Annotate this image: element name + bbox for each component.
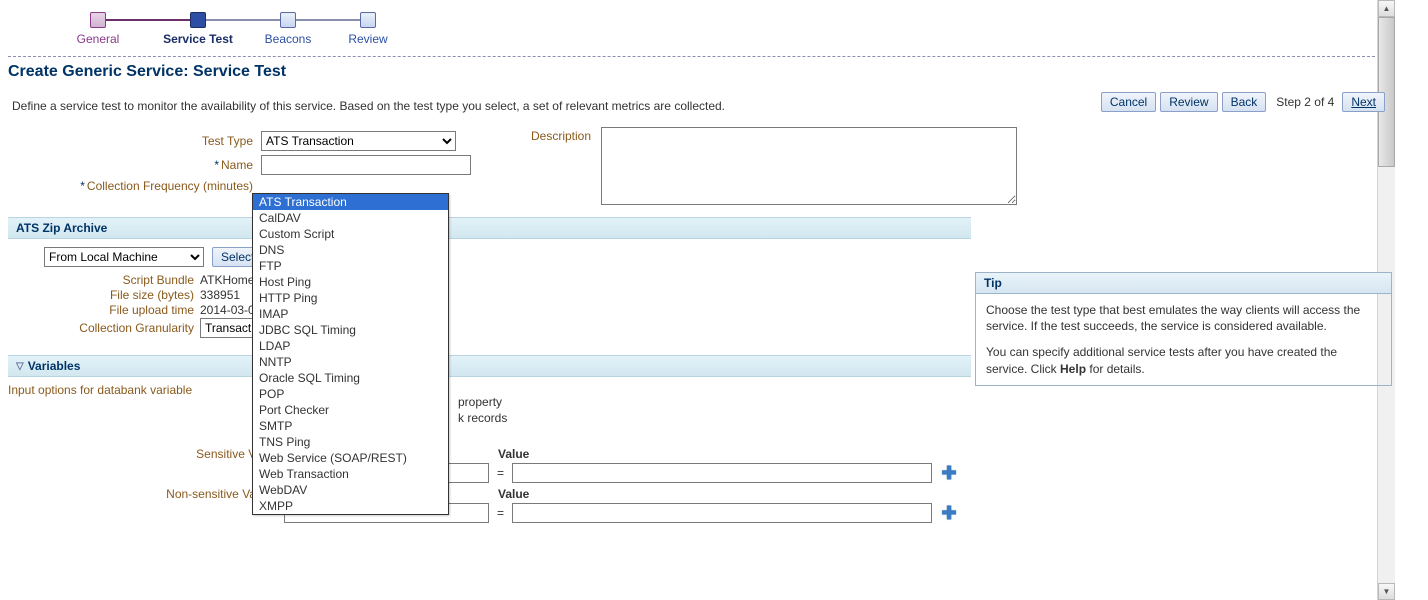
add-nonsensitive-icon[interactable]: ✚ (940, 504, 958, 522)
sensitive-values-label: Sensitive Value (10, 447, 284, 461)
nonsensitive-values-label: Non-sensitive Values (10, 487, 284, 501)
property-text-2: k records (458, 411, 507, 425)
train-step-service-test[interactable]: Service Test (148, 12, 248, 46)
tip-paragraph-2: You can specify additional service tests… (986, 344, 1381, 376)
dropdown-option[interactable]: LDAP (253, 338, 448, 354)
train-step-review[interactable]: Review (328, 12, 408, 46)
value-column-header: Value (498, 487, 529, 501)
file-size-value: 338951 (200, 288, 240, 302)
test-type-dropdown-list[interactable]: ATS TransactionCalDAVCustom ScriptDNSFTP… (252, 193, 449, 515)
file-upload-time-value: 2014-03-0 (200, 303, 255, 317)
tip-paragraph-1: Choose the test type that best emulates … (986, 302, 1381, 334)
dropdown-option[interactable]: NNTP (253, 354, 448, 370)
dropdown-option[interactable]: JDBC SQL Timing (253, 322, 448, 338)
dropdown-option[interactable]: FTP (253, 258, 448, 274)
wizard-train: General Service Test Beacons Review (48, 12, 1395, 46)
dropdown-option[interactable]: Custom Script (253, 226, 448, 242)
dropdown-option[interactable]: Web Transaction (253, 466, 448, 482)
tip-title: Tip (976, 273, 1391, 294)
tip-help-link[interactable]: Help (1060, 362, 1086, 376)
equals-sign: = (497, 466, 504, 480)
train-label[interactable]: Beacons (265, 32, 312, 46)
train-label[interactable]: Review (348, 32, 387, 46)
ats-section-header: ATS Zip Archive (8, 217, 971, 239)
property-text-1: property (458, 395, 502, 409)
dropdown-option[interactable]: XMPP (253, 498, 448, 514)
dropdown-option[interactable]: POP (253, 386, 448, 402)
sensitive-value-field[interactable] (512, 463, 932, 483)
dropdown-option[interactable]: CalDAV (253, 210, 448, 226)
wizard-toolbar: Cancel Review Back Step 2 of 4 Next (1101, 92, 1385, 112)
train-step-beacons[interactable]: Beacons (248, 12, 328, 46)
train-label[interactable]: General (77, 32, 120, 46)
train-step-general[interactable]: General (48, 12, 148, 46)
file-size-label: File size (bytes) (44, 288, 200, 302)
dropdown-option[interactable]: WebDAV (253, 482, 448, 498)
divider (8, 56, 1395, 57)
review-button[interactable]: Review (1160, 92, 1217, 112)
name-label: Name (221, 158, 253, 172)
dropdown-option[interactable]: TNS Ping (253, 434, 448, 450)
dropdown-option[interactable]: SMTP (253, 418, 448, 434)
page-title: Create Generic Service: Service Test (8, 63, 1395, 81)
back-button[interactable]: Back (1222, 92, 1267, 112)
variables-section-header[interactable]: ▽ Variables (8, 355, 971, 377)
equals-sign: = (497, 506, 504, 520)
step-indicator: Step 2 of 4 (1276, 95, 1334, 109)
train-label[interactable]: Service Test (163, 32, 233, 46)
dropdown-option[interactable]: HTTP Ping (253, 290, 448, 306)
dropdown-option[interactable]: Host Ping (253, 274, 448, 290)
dropdown-option[interactable]: IMAP (253, 306, 448, 322)
test-type-label: Test Type (8, 134, 261, 148)
description-field[interactable] (601, 127, 1017, 205)
value-column-header: Value (498, 447, 529, 461)
add-sensitive-icon[interactable]: ✚ (940, 464, 958, 482)
script-bundle-label: Script Bundle (44, 273, 200, 287)
collection-granularity-label: Collection Granularity (44, 321, 200, 335)
cancel-button[interactable]: Cancel (1101, 92, 1156, 112)
dropdown-option[interactable]: Port Checker (253, 402, 448, 418)
variables-title: Variables (28, 359, 81, 373)
ats-source-select[interactable]: From Local Machine (44, 247, 204, 267)
dropdown-option[interactable]: DNS (253, 242, 448, 258)
next-button[interactable]: Next (1342, 92, 1385, 112)
dropdown-option[interactable]: ATS Transaction (253, 194, 448, 210)
name-field[interactable] (261, 155, 471, 175)
scroll-down-arrow[interactable]: ▼ (1378, 583, 1395, 600)
disclosure-triangle-icon[interactable]: ▽ (16, 361, 24, 372)
description-label: Description (531, 127, 591, 143)
dropdown-option[interactable]: Web Service (SOAP/REST) (253, 450, 448, 466)
dropdown-option[interactable]: Oracle SQL Timing (253, 370, 448, 386)
script-bundle-value: ATKHome (200, 273, 254, 287)
tip-panel: Tip Choose the test type that best emula… (975, 272, 1392, 386)
test-type-select[interactable]: ATS Transaction (261, 131, 456, 151)
file-upload-time-label: File upload time (44, 303, 200, 317)
nonsensitive-value-field[interactable] (512, 503, 932, 523)
collection-frequency-label: Collection Frequency (minutes) (87, 179, 253, 193)
